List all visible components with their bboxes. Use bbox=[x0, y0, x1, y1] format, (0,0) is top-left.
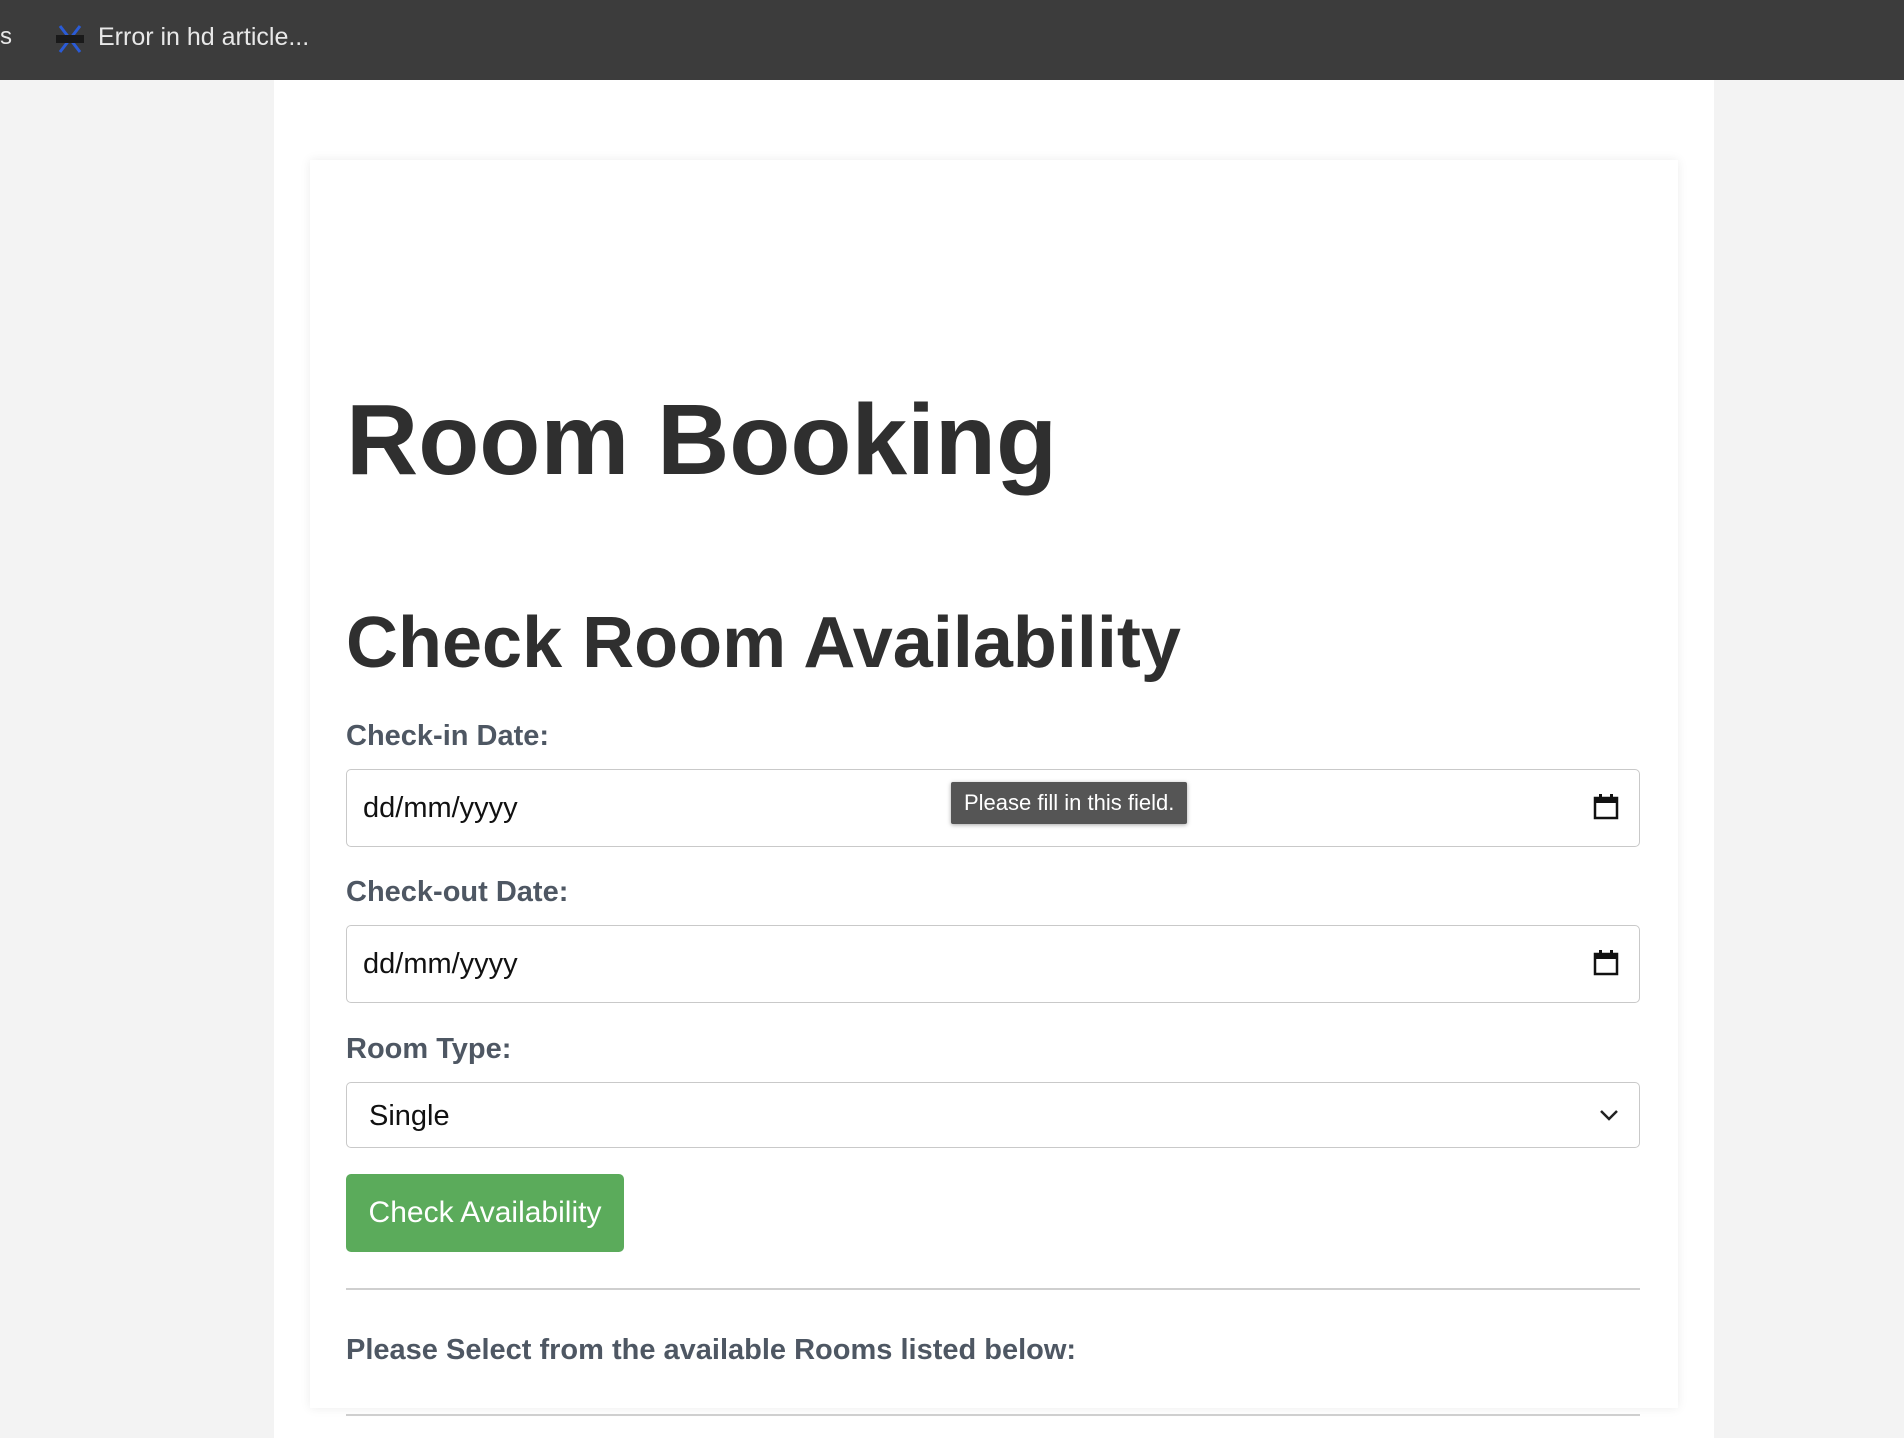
room-type-selected-value: Single bbox=[369, 1100, 450, 1132]
check-availability-button[interactable]: Check Availability bbox=[346, 1174, 624, 1252]
validation-tooltip: Please fill in this field. bbox=[951, 782, 1188, 824]
room-type-label: Room Type: bbox=[346, 1033, 512, 1065]
active-tab-title[interactable]: Error in hd article... bbox=[98, 23, 309, 52]
chevron-down-icon bbox=[1600, 1110, 1618, 1121]
divider bbox=[346, 1288, 1640, 1290]
checkout-date-value: dd/mm/yyyy bbox=[363, 948, 518, 980]
room-type-select[interactable]: Single bbox=[346, 1082, 1640, 1148]
page-title: Room Booking bbox=[346, 384, 1058, 496]
section-title: Check Room Availability bbox=[346, 603, 1181, 683]
calendar-icon[interactable] bbox=[1593, 949, 1619, 977]
calendar-icon[interactable] bbox=[1593, 793, 1619, 821]
page-container: Room Booking Check Room Availability Che… bbox=[274, 80, 1714, 1438]
browser-tab-bar: s Error in hd article... bbox=[0, 0, 1904, 80]
checkin-date-value: dd/mm/yyyy bbox=[363, 792, 518, 824]
checkout-label: Check-out Date: bbox=[346, 876, 569, 908]
available-rooms-note: Please Select from the available Rooms l… bbox=[346, 1334, 1077, 1366]
previous-tab-fragment[interactable]: s bbox=[0, 23, 12, 51]
site-favicon-icon bbox=[52, 24, 88, 54]
checkout-date-input[interactable]: dd/mm/yyyy bbox=[346, 925, 1640, 1003]
divider bbox=[346, 1414, 1640, 1416]
checkin-label: Check-in Date: bbox=[346, 720, 550, 752]
